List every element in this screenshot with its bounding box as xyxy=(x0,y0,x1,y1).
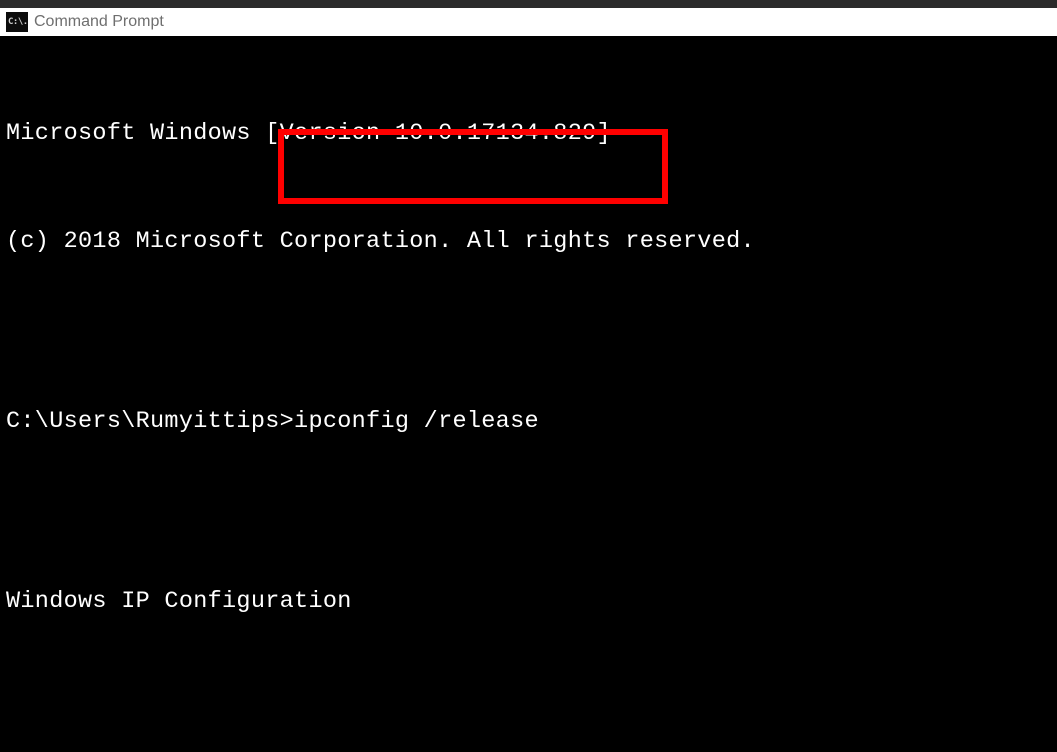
terminal-output[interactable]: Microsoft Windows [Version 10.0.17134.82… xyxy=(0,38,1057,752)
terminal-line-prompt: C:\Users\Rumyittips>ipconfig /release xyxy=(6,404,1053,440)
command-prompt-window: C:\. Command Prompt Microsoft Windows [V… xyxy=(0,0,1057,752)
window-titlebar[interactable]: C:\. Command Prompt xyxy=(0,0,1057,38)
window-title: Command Prompt xyxy=(34,13,164,31)
terminal-line: Microsoft Windows [Version 10.0.17134.82… xyxy=(6,116,1053,152)
prompt-glyph: C:\. xyxy=(8,17,28,27)
terminal-line: (c) 2018 Microsoft Corporation. All righ… xyxy=(6,224,1053,260)
command-prompt-icon: C:\. xyxy=(6,12,28,32)
terminal-line: Windows IP Configuration xyxy=(6,584,1053,620)
